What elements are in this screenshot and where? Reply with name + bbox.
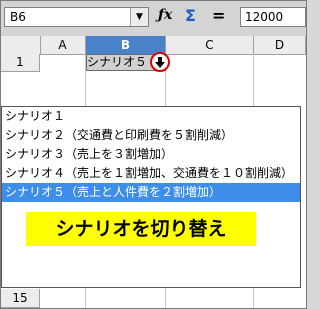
row-header-15[interactable]: 15 xyxy=(1,289,40,308)
chevron-down-icon[interactable]: ▼ xyxy=(130,8,148,26)
arrow-down-icon xyxy=(155,56,165,68)
column-header-c[interactable]: C xyxy=(166,36,254,54)
scenario-dropdown-button[interactable] xyxy=(150,52,170,72)
formula-bar: B6 ▼ ƒx Σ = 12000 xyxy=(1,1,306,35)
column-header-row: A B C D xyxy=(1,36,306,55)
sum-icon[interactable]: Σ xyxy=(185,6,196,25)
equals-icon[interactable]: = xyxy=(212,6,225,25)
column-header-d[interactable]: D xyxy=(254,36,306,54)
column-header-a[interactable]: A xyxy=(40,36,86,54)
scenario-item-1[interactable]: シナリオ１ xyxy=(2,107,300,126)
annotation-banner: シナリオを切り替え xyxy=(26,212,256,246)
scenario-dropdown-list[interactable]: シナリオ１ シナリオ２（交通費と印刷費を５割削減） シナリオ３（売上を３割増加）… xyxy=(1,106,301,288)
column-header-b[interactable]: B xyxy=(86,36,166,54)
scenario-item-2[interactable]: シナリオ２（交通費と印刷費を５割削減） xyxy=(2,126,300,145)
cell-b1-value: シナリオ５ xyxy=(87,55,148,69)
formula-input[interactable]: 12000 xyxy=(240,7,306,27)
formula-input-value[interactable]: 12000 xyxy=(245,10,283,24)
sheet-grid[interactable]: A B C D 1 シナリオ５ シナリオ１ シナリオ２（交通費と印刷費を５割削減… xyxy=(1,36,306,308)
spreadsheet-window: B6 ▼ ƒx Σ = 12000 A B C D 1 シナリオ５ シナリオ１ … xyxy=(0,0,307,309)
fx-icon[interactable]: ƒx xyxy=(158,7,172,23)
name-box[interactable]: B6 ▼ xyxy=(4,7,149,27)
scenario-item-4[interactable]: シナリオ４（売上を１割増加、交通費を１０割削減） xyxy=(2,164,300,183)
scenario-item-5[interactable]: シナリオ５（売上と人件費を２割増加） xyxy=(2,183,300,202)
select-all-corner[interactable] xyxy=(1,36,41,54)
name-box-value[interactable]: B6 xyxy=(10,10,26,24)
row-header-1[interactable]: 1 xyxy=(1,54,40,72)
scenario-item-3[interactable]: シナリオ３（売上を３割増加） xyxy=(2,145,300,164)
